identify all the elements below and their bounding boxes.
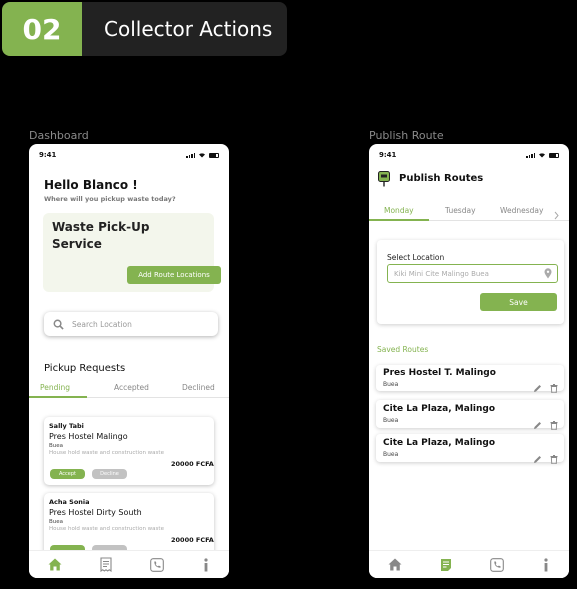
home-icon[interactable]	[48, 558, 62, 571]
publish-title: Publish Routes	[399, 173, 484, 184]
tab-indicator	[29, 396, 87, 398]
route-list-icon[interactable]	[440, 558, 452, 572]
save-button[interactable]: Save	[480, 293, 557, 311]
request-city: Buea	[49, 519, 64, 525]
pickup-requests-title: Pickup Requests	[44, 363, 126, 374]
status-time: 9:41	[379, 151, 397, 159]
request-location: Pres Hostel Malingo	[49, 432, 128, 441]
tab-wednesday[interactable]: Wednesday	[500, 206, 543, 215]
accept-button[interactable]: Accept	[50, 469, 85, 479]
phone-icon[interactable]	[490, 557, 504, 572]
route-name: Cite La Plaza, Malingo	[383, 438, 496, 448]
request-description: House hold waste and construction waste	[49, 450, 164, 456]
request-location: Pres Hostel Dirty South	[49, 508, 142, 517]
select-location-label: Select Location	[387, 253, 445, 262]
trash-icon[interactable]	[550, 449, 558, 468]
wifi-icon	[199, 153, 205, 158]
info-icon[interactable]	[202, 557, 210, 572]
status-bar: 9:41	[39, 149, 219, 161]
trash-icon[interactable]	[550, 378, 558, 397]
add-route-button[interactable]: Add Route Locations	[127, 266, 221, 284]
service-card: Waste Pick-Up Service Add Route Location…	[43, 213, 221, 292]
search-input[interactable]: Search Location	[44, 312, 218, 336]
request-card[interactable]: Sally Tabi Pres Hostel Malingo Buea Hous…	[44, 417, 214, 485]
battery-icon	[209, 152, 219, 158]
request-price: 20000 FCFA	[171, 536, 214, 544]
route-name: Cite La Plaza, Malingo	[383, 404, 496, 414]
request-card[interactable]: Acha Sonia Pres Hostel Dirty South Buea …	[44, 493, 214, 557]
dashboard-screen: 9:41 Hello Blanco ! Where will you picku…	[29, 144, 229, 578]
requester-name: Acha Sonia	[49, 498, 90, 506]
home-icon[interactable]	[388, 558, 402, 571]
info-icon[interactable]	[542, 557, 550, 572]
location-value: Kiki Mini Cite Malingo Buea	[394, 269, 489, 278]
request-city: Buea	[49, 443, 64, 449]
edit-icon[interactable]	[533, 378, 542, 397]
tab-tuesday[interactable]: Tuesday	[445, 206, 476, 215]
signal-icon	[526, 152, 535, 158]
route-sign-icon	[378, 171, 390, 191]
tab-pending[interactable]: Pending	[40, 383, 70, 392]
section-number: 02	[2, 2, 82, 56]
route-city: Buea	[383, 381, 399, 388]
request-price: 20000 FCFA	[171, 460, 214, 468]
location-pin-icon	[544, 268, 552, 279]
search-icon	[53, 319, 64, 330]
status-time: 9:41	[39, 151, 57, 159]
trash-icon[interactable]	[550, 415, 558, 434]
dashboard-caption: Dashboard	[29, 129, 89, 142]
edit-icon[interactable]	[533, 449, 542, 468]
decline-button[interactable]: Decline	[92, 469, 127, 479]
section-title: Collector Actions	[82, 2, 287, 56]
tab-accepted[interactable]: Accepted	[114, 383, 149, 392]
chevron-right-icon[interactable]	[554, 205, 559, 224]
service-title-line1: Waste Pick-Up	[52, 220, 150, 234]
greeting-subtitle: Where will you pickup waste today?	[44, 195, 176, 203]
saved-route-card[interactable]: Pres Hostel T. Malingo Buea	[376, 365, 564, 394]
tab-monday[interactable]: Monday	[384, 206, 414, 215]
signal-icon	[186, 152, 195, 158]
status-bar: 9:41	[379, 149, 559, 161]
saved-routes-title: Saved Routes	[377, 345, 429, 354]
route-city: Buea	[383, 417, 399, 424]
service-title-line2: Service	[52, 237, 102, 251]
bottom-nav	[369, 550, 569, 578]
tab-declined[interactable]: Declined	[182, 383, 215, 392]
search-placeholder: Search Location	[72, 319, 132, 329]
requester-name: Sally Tabi	[49, 422, 84, 430]
publish-caption: Publish Route	[369, 129, 444, 142]
section-header: 02 Collector Actions	[2, 2, 287, 56]
route-city: Buea	[383, 451, 399, 458]
phone-icon[interactable]	[150, 557, 164, 572]
location-input[interactable]: Kiki Mini Cite Malingo Buea	[387, 264, 558, 283]
bottom-nav	[29, 550, 229, 578]
request-description: House hold waste and construction waste	[49, 526, 164, 532]
select-location-card: Select Location Kiki Mini Cite Malingo B…	[377, 240, 564, 324]
day-tab-indicator	[369, 219, 429, 221]
saved-route-card[interactable]: Cite La Plaza, Malingo Buea	[376, 400, 564, 431]
route-name: Pres Hostel T. Malingo	[383, 368, 496, 378]
greeting: Hello Blanco !	[44, 178, 138, 192]
publish-route-screen: 9:41 Publish Routes Monday Tuesday Wedne…	[369, 144, 569, 578]
receipt-icon[interactable]	[100, 557, 112, 572]
battery-icon	[549, 152, 559, 158]
edit-icon[interactable]	[533, 415, 542, 434]
wifi-icon	[539, 153, 545, 158]
saved-route-card[interactable]: Cite La Plaza, Malingo Buea	[376, 434, 564, 465]
